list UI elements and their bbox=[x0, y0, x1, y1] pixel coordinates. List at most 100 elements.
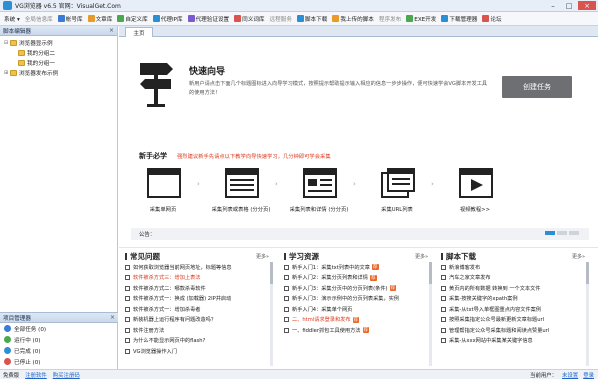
scrollbar[interactable] bbox=[270, 262, 273, 366]
list-item[interactable]: 软件被杀方式三：增加上表法 bbox=[125, 273, 273, 284]
list-item[interactable]: 软件注册方法 bbox=[125, 325, 273, 336]
menu-item[interactable]: 全局信息库 bbox=[25, 15, 53, 23]
more-link[interactable]: 更多» bbox=[415, 253, 428, 260]
tree-node[interactable]: 我的分组一 bbox=[4, 58, 117, 68]
list-item[interactable]: 新装机器上运行程序有问题改造吗？ bbox=[125, 315, 273, 326]
task-filter-item[interactable]: 运行中 (0) bbox=[0, 334, 118, 345]
menu-item-label: 我上传的脚本 bbox=[340, 16, 374, 23]
step-video[interactable]: 视频教程>> bbox=[443, 168, 507, 216]
proxy-icon bbox=[152, 15, 160, 22]
user-name-link[interactable]: 未设置 bbox=[562, 371, 578, 379]
buy-code-link[interactable]: 购买注册码 bbox=[53, 371, 80, 379]
list-item[interactable]: 汽车之家文章发布 bbox=[441, 273, 589, 284]
list-item[interactable]: 采集-从txt导入单框图重点内容文件案例 bbox=[441, 304, 589, 315]
menu-item[interactable]: 同义词库 bbox=[234, 15, 265, 23]
task-filter-label: 已停止 (0) bbox=[14, 359, 41, 366]
list-item[interactable]: 软件被杀方式二：哪款杀毒软件 bbox=[125, 283, 273, 294]
list-item[interactable]: 采集-从xxx网站中采集某关键字信息 bbox=[441, 336, 589, 347]
document-icon bbox=[441, 264, 446, 270]
scrollbar-thumb[interactable] bbox=[270, 262, 273, 284]
task-filter-item[interactable]: 全部任务 (0) bbox=[0, 323, 118, 334]
task-filter-item[interactable]: 已停止 (0) bbox=[0, 356, 118, 367]
list-item[interactable]: 新手入门3：演示示例中的分页列表采集，实例 bbox=[284, 294, 432, 305]
minimize-button[interactable]: – bbox=[546, 1, 560, 10]
carousel-dot[interactable] bbox=[545, 231, 555, 235]
list-item[interactable]: 管理帮指定公众号采集标题和阅读点赞量url bbox=[441, 325, 589, 336]
list-item[interactable]: 为什么不能显示网页中的flash? bbox=[125, 336, 273, 347]
list-item[interactable]: VG浏览器操作入门 bbox=[125, 346, 273, 357]
list-item[interactable]: 软件被杀方式一：增加杀毒者 bbox=[125, 304, 273, 315]
document-icon bbox=[125, 338, 130, 344]
list-item[interactable]: 新浪博客发布 bbox=[441, 262, 589, 273]
step-list-table[interactable]: 采集列表或表格 (分分页) bbox=[209, 168, 273, 216]
more-link[interactable]: 更多» bbox=[256, 253, 269, 260]
more-link[interactable]: 更多» bbox=[572, 253, 585, 260]
register-link[interactable]: 注册软件 bbox=[25, 371, 47, 379]
menu-item[interactable]: EXE开发 bbox=[406, 15, 436, 23]
menu-item[interactable]: 程序发布 bbox=[379, 15, 401, 23]
menu-item-label: 全局信息库 bbox=[24, 16, 53, 23]
menu-item[interactable]: 远程服务 bbox=[270, 15, 292, 23]
document-icon bbox=[125, 264, 130, 270]
maximize-button[interactable]: □ bbox=[562, 1, 576, 10]
info-column: 学习资源 更多» 新手入门1：采集txt列表中的文章荐新手入门2：采集分页列表和详情… bbox=[284, 250, 432, 368]
list-item[interactable]: 二、html请求登录和发布荐 bbox=[284, 315, 432, 326]
list-item[interactable]: 新手入门4：采集单个网页 bbox=[284, 304, 432, 315]
menu-item[interactable]: 论坛 bbox=[482, 15, 502, 23]
arrow-icon: › bbox=[197, 180, 200, 188]
carousel-dot[interactable] bbox=[569, 231, 579, 235]
tree-node[interactable]: ⊞ 浏览器发布示例 bbox=[4, 68, 117, 78]
hot-badge: 荐 bbox=[389, 285, 397, 292]
tree-node[interactable]: 我的分组二 bbox=[4, 48, 117, 58]
scrollbar-thumb[interactable] bbox=[429, 262, 432, 284]
list-item[interactable]: 如何获取浏览器当前网页地址，标题等信息 bbox=[125, 262, 273, 273]
scrollbar-thumb[interactable] bbox=[586, 262, 589, 284]
carousel-dots[interactable] bbox=[545, 231, 579, 235]
login-link[interactable]: 登录 bbox=[583, 371, 594, 379]
list-item[interactable]: 一、fiddler抓包工具使用方法荐 bbox=[284, 325, 432, 336]
step-url-list[interactable]: 采集URL列表 bbox=[365, 168, 429, 216]
list-item[interactable]: 黄页内的所有数据 转换到 一个文本文件 bbox=[441, 283, 589, 294]
signpost-icon bbox=[140, 63, 173, 107]
hot-badge: 荐 bbox=[371, 264, 379, 271]
scrollbar[interactable] bbox=[586, 262, 589, 366]
list-item[interactable]: 新手入门2：采集分页列表和详情荐 bbox=[284, 273, 432, 284]
create-task-button[interactable]: 创建任务 bbox=[502, 76, 572, 98]
tree-node[interactable]: ⊟ 浏览器显示例 bbox=[4, 38, 117, 48]
menu-item[interactable]: 文章库 bbox=[87, 15, 112, 23]
user-status: 当前用户： 未设置 登录 bbox=[530, 371, 594, 379]
document-icon bbox=[125, 348, 130, 354]
tab-home[interactable]: 主页 bbox=[125, 27, 153, 37]
menu-item[interactable]: 我上传的脚本 bbox=[332, 15, 374, 23]
carousel-dot[interactable] bbox=[557, 231, 567, 235]
menu-item[interactable]: 系统 ▾ bbox=[4, 15, 20, 23]
newbie-title: 新手必学 bbox=[139, 152, 167, 160]
menu-item[interactable]: 脚本下载 bbox=[296, 15, 327, 23]
scrollbar[interactable] bbox=[429, 262, 432, 366]
task-status-icon bbox=[4, 358, 11, 365]
download-icon bbox=[296, 15, 304, 22]
menu-item[interactable]: 代理IP库 bbox=[152, 15, 183, 23]
list-item[interactable]: 新手入门1：采集txt列表中的文章荐 bbox=[284, 262, 432, 273]
window-controls: – □ × bbox=[546, 1, 596, 10]
menu-item[interactable]: 代理验证设置 bbox=[187, 15, 229, 23]
step-single-page[interactable]: 采集单网页 bbox=[131, 168, 195, 216]
menu-item-label: 同义词库 bbox=[242, 16, 265, 23]
menu-item[interactable]: 自定义库 bbox=[117, 15, 148, 23]
step-list-detail[interactable]: 采集列表和详情 (分分页) bbox=[287, 168, 351, 216]
menu-item[interactable]: 帐号库 bbox=[57, 15, 83, 23]
menu-item[interactable]: 下载管理器 bbox=[441, 15, 477, 23]
document-icon bbox=[125, 285, 130, 291]
task-filter-item[interactable]: 已完成 (0) bbox=[0, 345, 118, 356]
current-user-label: 当前用户： bbox=[530, 373, 558, 379]
list-item[interactable]: 软件被杀方式一：换成 (加载器) 2IP并启动 bbox=[125, 294, 273, 305]
close-button[interactable]: × bbox=[578, 1, 596, 10]
list-item[interactable]: 新手入门3：采集分页中的分页列表(条件) 荐 bbox=[284, 283, 432, 294]
panel-close-icon[interactable]: × bbox=[110, 314, 115, 321]
download-manager-icon bbox=[441, 15, 449, 22]
list-item[interactable]: 按照采集指定公众号最新更新文章标题url bbox=[441, 315, 589, 326]
panel-close-icon[interactable]: × bbox=[109, 27, 114, 34]
list-item[interactable]: 采集-按搜关键字的xpath案例 bbox=[441, 294, 589, 305]
list-item-label: 新手入门3：采集分页中的分页列表(条件) bbox=[292, 285, 388, 292]
column-title: 学习资源 bbox=[289, 251, 319, 261]
